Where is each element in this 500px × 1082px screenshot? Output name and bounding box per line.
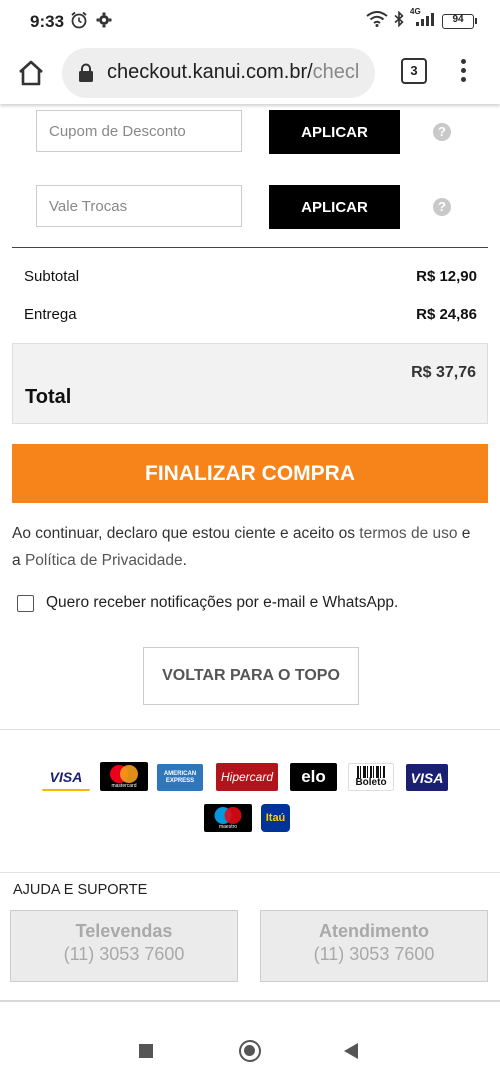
system-nav-bar: [0, 1022, 500, 1082]
url-text: checkout.kanui.com.br/checl: [107, 61, 359, 84]
checkout-button[interactable]: FINALIZAR COMPRA: [12, 444, 488, 503]
delivery-label: Entrega: [24, 306, 77, 323]
status-bar: 9:33 4G 94: [0, 0, 500, 42]
subtotal-value: R$ 12,90: [416, 268, 477, 285]
notify-label[interactable]: Quero receber notificações por e-mail e …: [46, 594, 398, 612]
status-time: 9:33: [30, 12, 65, 31]
subtotal-row: Subtotal R$ 12,90: [24, 268, 477, 285]
maestro-logo: maestro: [204, 804, 252, 832]
subtotal-label: Subtotal: [24, 268, 80, 285]
maestro-text: maestro: [218, 824, 238, 830]
mastercard-text: mastercard: [111, 783, 137, 789]
back-to-top-button[interactable]: VOLTAR PARA O TOPO: [143, 647, 359, 705]
visa-logo: VISA: [406, 764, 448, 791]
total-box: Total R$ 37,76: [12, 343, 488, 424]
recent-apps-icon[interactable]: [139, 1044, 153, 1058]
boleto-logo: Boleto: [348, 763, 394, 791]
boleto-text: Boleto: [355, 777, 387, 788]
back-nav-icon[interactable]: [344, 1043, 358, 1059]
battery-level: 94: [452, 14, 464, 25]
total-label: Total: [25, 386, 72, 408]
apply-coupon-button[interactable]: APLICAR: [269, 110, 400, 154]
alarm-icon: [70, 11, 88, 34]
apply-voucher-button[interactable]: APLICAR: [269, 185, 400, 229]
itau-logo: Itaú: [261, 804, 290, 832]
divider: [0, 872, 500, 873]
notify-option: Quero receber notificações por e-mail e …: [17, 594, 398, 612]
terms-link[interactable]: termos de uso: [359, 525, 457, 542]
voucher-input[interactable]: [36, 185, 242, 227]
wifi-icon: [366, 11, 388, 32]
home-icon[interactable]: [15, 57, 47, 89]
help-icon[interactable]: ?: [433, 198, 451, 216]
bluetooth-icon: [394, 10, 404, 32]
atendimento-card[interactable]: Atendimento (11) 3053 7600: [260, 910, 488, 982]
divider: [12, 247, 488, 248]
tab-switcher-button[interactable]: 3: [401, 58, 427, 84]
browser-toolbar: checkout.kanui.com.br/checl 3: [0, 42, 500, 104]
total-value: R$ 37,76: [411, 364, 476, 381]
address-bar[interactable]: checkout.kanui.com.br/checl: [62, 48, 375, 98]
atendimento-phone: (11) 3053 7600: [313, 944, 435, 964]
divider: [0, 1000, 500, 1002]
visa-logo: VISA: [42, 764, 90, 791]
coupon-row: APLICAR ?: [36, 110, 488, 154]
help-icon[interactable]: ?: [433, 123, 451, 141]
more-menu-icon[interactable]: [456, 56, 470, 90]
terms-prefix: Ao continuar, declaro que estou ciente e…: [12, 525, 360, 542]
notify-checkbox[interactable]: [17, 594, 34, 612]
delivery-row: Entrega R$ 24,86: [24, 306, 477, 323]
delivery-value: R$ 24,86: [416, 306, 477, 323]
televendas-label: Televendas: [75, 921, 173, 941]
terms-text: Ao continuar, declaro que estou ciente e…: [12, 520, 482, 574]
signal-icon: 4G: [410, 7, 436, 32]
hipercard-logo: Hipercard: [216, 763, 278, 791]
divider: [0, 729, 500, 730]
mastercard-logo: mastercard: [100, 762, 148, 791]
amex-logo: AMERICAN EXPRESS: [157, 764, 203, 791]
atendimento-label: Atendimento: [319, 921, 429, 941]
televendas-card[interactable]: Televendas (11) 3053 7600: [10, 910, 238, 982]
settings-icon: [96, 11, 112, 34]
network-type: 4G: [410, 7, 421, 16]
privacy-link[interactable]: Política de Privacidade: [25, 552, 183, 569]
coupon-input[interactable]: [36, 110, 242, 152]
voucher-row: APLICAR ?: [36, 185, 488, 229]
elo-logo: elo: [290, 763, 337, 791]
battery-icon: 94: [442, 14, 477, 29]
lock-icon: [78, 63, 94, 88]
home-nav-icon[interactable]: [239, 1040, 261, 1062]
terms-suffix: .: [182, 552, 187, 569]
url-domain: checkout.kanui.com.br/: [107, 61, 313, 83]
televendas-phone: (11) 3053 7600: [63, 944, 185, 964]
support-title: AJUDA E SUPORTE: [13, 882, 148, 898]
url-path: checl: [312, 61, 360, 83]
